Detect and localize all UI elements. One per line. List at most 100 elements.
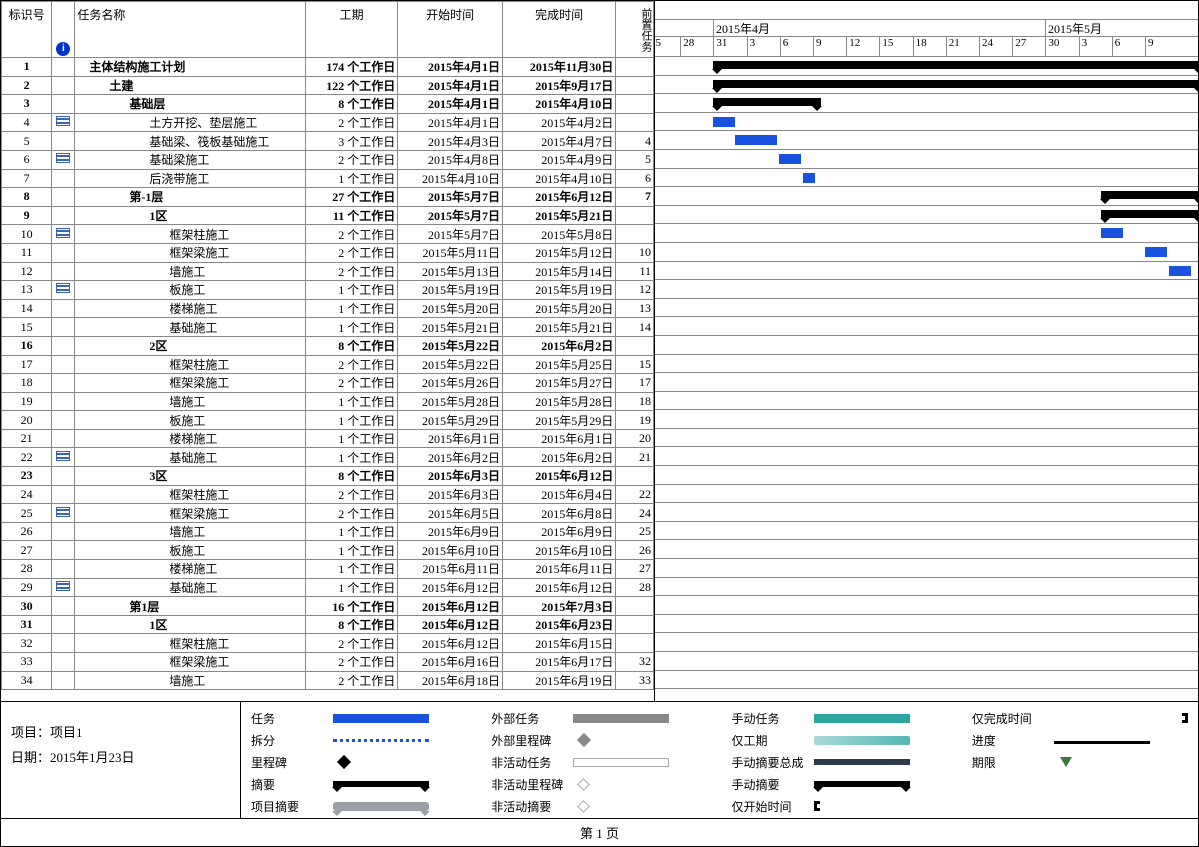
calendar-icon [56,283,70,293]
table-row[interactable]: 20板施工1 个工作日2015年5月29日2015年5月29日19 [2,411,654,430]
duration-cell: 1 个工作日 [305,429,397,448]
indicator-cell [52,504,75,523]
table-row[interactable]: 24框架柱施工2 个工作日2015年6月3日2015年6月4日22 [2,485,654,504]
task-bar[interactable] [1101,228,1123,238]
table-row[interactable]: 2土建122 个工作日2015年4月1日2015年9月17日 [2,76,654,95]
table-row[interactable]: 30第1层16 个工作日2015年6月12日2015年7月3日 [2,597,654,616]
start-cell: 2015年5月22日 [398,336,503,355]
gantt-row [655,410,1198,429]
finish-cell: 2015年5月28日 [503,392,616,411]
summary-bar[interactable] [1101,191,1198,199]
table-row[interactable]: 32框架柱施工2 个工作日2015年6月12日2015年6月15日 [2,634,654,653]
col-duration-header[interactable]: 工期 [305,2,397,58]
task-bar[interactable] [779,154,801,164]
indicator-cell [52,485,75,504]
table-row[interactable]: 7后浇带施工1 个工作日2015年4月10日2015年4月10日6 [2,169,654,188]
table-row[interactable]: 21楼梯施工1 个工作日2015年6月1日2015年6月1日20 [2,429,654,448]
predecessor-cell: 26 [616,541,654,560]
duration-cell: 122 个工作日 [305,76,397,95]
legend-swatch [333,802,429,811]
table-row[interactable]: 33框架梁施工2 个工作日2015年6月16日2015年6月17日32 [2,653,654,672]
table-row[interactable]: 26墙施工1 个工作日2015年6月9日2015年6月9日25 [2,522,654,541]
table-row[interactable]: 233区8 个工作日2015年6月3日2015年6月12日 [2,467,654,486]
task-bar[interactable] [803,173,815,183]
predecessor-cell: 15 [616,355,654,374]
table-row[interactable]: 17框架柱施工2 个工作日2015年5月22日2015年5月25日15 [2,355,654,374]
col-finish-header[interactable]: 完成时间 [503,2,616,58]
indicator-cell [52,634,75,653]
summary-bar[interactable] [713,98,821,106]
predecessor-cell: 14 [616,318,654,337]
indicator-cell [52,671,75,690]
table-row[interactable]: 311区8 个工作日2015年6月12日2015年6月23日 [2,615,654,634]
predecessor-cell: 13 [616,299,654,318]
table-row[interactable]: 13板施工1 个工作日2015年5月19日2015年5月19日12 [2,281,654,300]
table-row[interactable]: 18框架梁施工2 个工作日2015年5月26日2015年5月27日17 [2,374,654,393]
gantt-chart: 2015年4月 2015年5月 252831369121518212427303… [655,1,1198,701]
table-row[interactable]: 25框架梁施工2 个工作日2015年6月5日2015年6月8日24 [2,504,654,523]
indicator-cell [52,374,75,393]
col-name-header[interactable]: 任务名称 [75,2,306,58]
summary-bar[interactable] [713,61,1198,69]
table-row[interactable]: 3基础层8 个工作日2015年4月1日2015年4月10日 [2,95,654,114]
indicator-cell [52,560,75,579]
table-row[interactable]: 19墙施工1 个工作日2015年5月28日2015年5月28日18 [2,392,654,411]
task-bar[interactable] [713,117,735,127]
gantt-row [655,447,1198,466]
legend-swatch [573,758,669,767]
task-id-cell: 4 [2,113,52,132]
duration-cell: 2 个工作日 [305,653,397,672]
table-row[interactable]: 5基础梁、筏板基础施工3 个工作日2015年4月3日2015年4月7日4 [2,132,654,151]
finish-cell: 2015年6月15日 [503,634,616,653]
table-row[interactable]: 6基础梁施工2 个工作日2015年4月8日2015年4月9日5 [2,150,654,169]
predecessor-cell [616,95,654,114]
indicator-cell [52,225,75,244]
predecessor-cell [616,76,654,95]
table-row[interactable]: 14楼梯施工1 个工作日2015年5月20日2015年5月20日13 [2,299,654,318]
timeline-tick: 31 [713,37,727,57]
legend-label: 外部里程碑 [491,732,563,749]
indicator-cell [52,262,75,281]
task-id-cell: 8 [2,188,52,207]
table-row[interactable]: 29基础施工1 个工作日2015年6月12日2015年6月12日28 [2,578,654,597]
summary-bar[interactable] [1101,210,1198,218]
start-cell: 2015年5月28日 [398,392,503,411]
predecessor-cell: 33 [616,671,654,690]
task-name-cell: 第-1层 [75,188,306,207]
legend-label: 里程碑 [251,754,323,771]
table-row[interactable]: 4土方开挖、垫层施工2 个工作日2015年4月1日2015年4月2日 [2,113,654,132]
col-id-header[interactable]: 标识号 [2,2,52,58]
predecessor-cell [616,615,654,634]
finish-cell: 2015年5月14日 [503,262,616,281]
indicator-cell [52,188,75,207]
table-row[interactable]: 12墙施工2 个工作日2015年5月13日2015年5月14日11 [2,262,654,281]
gantt-timeline-header: 2015年4月 2015年5月 252831369121518212427303… [655,1,1198,57]
task-id-cell: 10 [2,225,52,244]
task-bar[interactable] [735,135,777,145]
table-row[interactable]: 8第-1层27 个工作日2015年5月7日2015年6月12日7 [2,188,654,207]
table-row[interactable]: 34墙施工2 个工作日2015年6月18日2015年6月19日33 [2,671,654,690]
col-predecessor-header[interactable]: 前置任务 [616,2,654,58]
summary-bar[interactable] [713,80,1198,88]
table-row[interactable]: 28楼梯施工1 个工作日2015年6月11日2015年6月11日27 [2,560,654,579]
predecessor-cell: 24 [616,504,654,523]
col-indicator-header[interactable]: i [52,2,75,58]
start-cell: 2015年6月1日 [398,429,503,448]
table-row[interactable]: 1主体结构施工计划174 个工作日2015年4月1日2015年11月30日 [2,58,654,77]
table-row[interactable]: 91区11 个工作日2015年5月7日2015年5月21日 [2,206,654,225]
task-bar[interactable] [1145,247,1167,257]
predecessor-cell: 28 [616,578,654,597]
table-row[interactable]: 11框架梁施工2 个工作日2015年5月11日2015年5月12日10 [2,243,654,262]
finish-cell: 2015年6月19日 [503,671,616,690]
task-bar[interactable] [1169,266,1191,276]
indicator-cell [52,467,75,486]
col-start-header[interactable]: 开始时间 [398,2,503,58]
timeline-tick: 27 [1012,37,1026,57]
table-row[interactable]: 15基础施工1 个工作日2015年5月21日2015年5月21日14 [2,318,654,337]
finish-cell: 2015年6月2日 [503,336,616,355]
table-row[interactable]: 22基础施工1 个工作日2015年6月2日2015年6月2日21 [2,448,654,467]
calendar-icon [56,228,70,238]
table-row[interactable]: 10框架柱施工2 个工作日2015年5月7日2015年5月8日 [2,225,654,244]
table-row[interactable]: 27板施工1 个工作日2015年6月10日2015年6月10日26 [2,541,654,560]
table-row[interactable]: 162区8 个工作日2015年5月22日2015年6月2日 [2,336,654,355]
